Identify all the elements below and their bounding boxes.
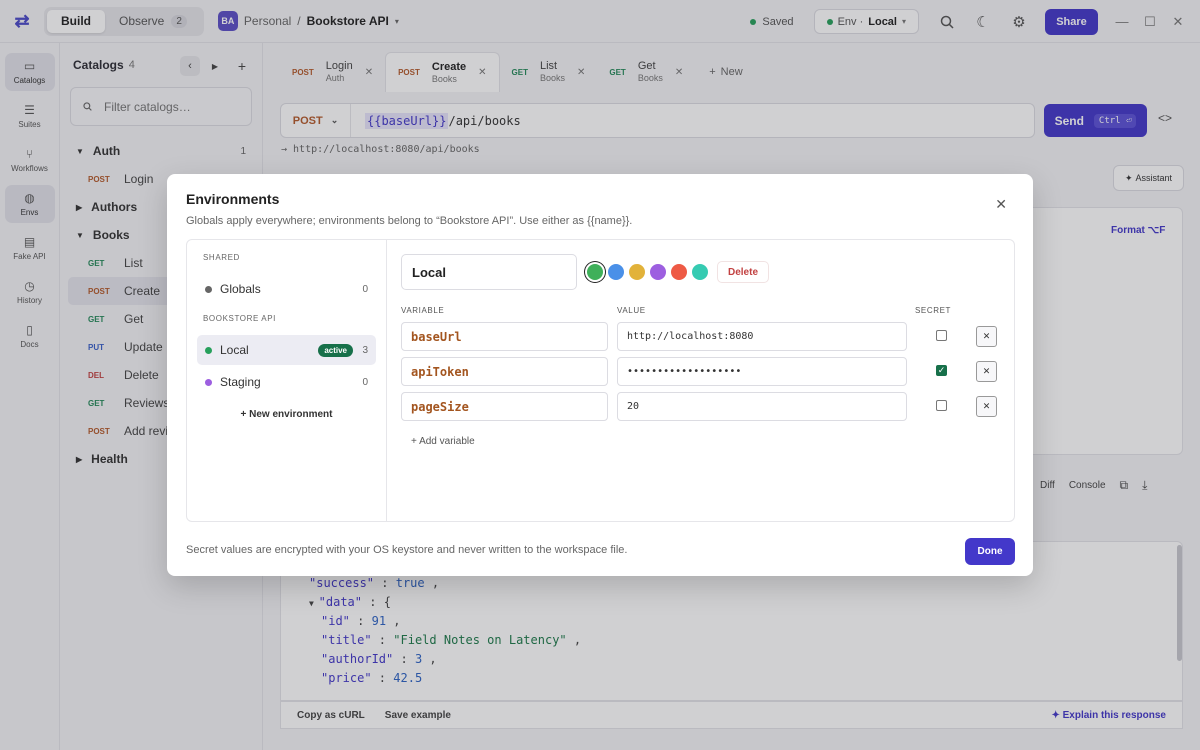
- secret-checkbox[interactable]: ✓: [936, 365, 947, 376]
- secret-checkbox[interactable]: [936, 400, 947, 411]
- modal-title: Environments: [186, 191, 280, 207]
- variable-value-input[interactable]: http://localhost:8080: [617, 322, 907, 351]
- col-secret: SECRET: [915, 306, 952, 315]
- variable-row: pageSize 20 ✕: [401, 392, 1001, 421]
- remove-variable-icon[interactable]: ✕: [976, 326, 997, 347]
- close-icon[interactable]: ✕: [995, 196, 1007, 213]
- modal-subtitle: Globals apply everywhere; environments b…: [186, 215, 633, 227]
- env-var-count: 0: [362, 283, 368, 295]
- color-swatches: [587, 264, 708, 280]
- env-dot-icon: [205, 285, 212, 293]
- env-list: SHARED Globals 0 BOOKSTORE API Local activ…: [187, 240, 387, 521]
- variable-key-input[interactable]: baseUrl: [401, 322, 608, 351]
- env-dot-icon: [205, 346, 212, 354]
- color-swatch-red[interactable]: [671, 264, 687, 280]
- new-environment-button[interactable]: + New environment: [187, 409, 386, 420]
- env-item-local[interactable]: Local active 3: [197, 335, 376, 365]
- variable-value-input[interactable]: 20: [617, 392, 907, 421]
- remove-variable-icon[interactable]: ✕: [976, 361, 997, 382]
- env-var-count: 0: [362, 376, 368, 388]
- environments-modal: Environments Globals apply everywhere; e…: [167, 174, 1033, 576]
- col-variable: VARIABLE: [401, 306, 445, 315]
- remove-variable-icon[interactable]: ✕: [976, 396, 997, 417]
- add-variable-button[interactable]: + Add variable: [411, 436, 475, 447]
- variable-key-input[interactable]: pageSize: [401, 392, 608, 421]
- plus-icon: +: [411, 436, 420, 447]
- col-value: VALUE: [617, 306, 646, 315]
- color-swatch-teal[interactable]: [692, 264, 708, 280]
- env-name-input[interactable]: Local: [401, 254, 577, 290]
- plus-icon: +: [240, 409, 250, 420]
- section-label: BOOKSTORE API: [203, 314, 277, 323]
- variable-row: baseUrl http://localhost:8080 ✕: [401, 322, 1001, 351]
- env-var-count: 3: [362, 344, 368, 356]
- active-badge: active: [318, 343, 353, 357]
- delete-env-button[interactable]: Delete: [717, 261, 770, 283]
- env-editor: Local Delete VARIABLE VALUE SECRET baseU…: [387, 240, 1014, 521]
- color-swatch-yellow[interactable]: [629, 264, 645, 280]
- done-button[interactable]: Done: [965, 538, 1015, 565]
- env-editor-panel: SHARED Globals 0 BOOKSTORE API Local activ…: [186, 239, 1015, 522]
- modal-footer-note: Secret values are encrypted with your OS…: [186, 544, 628, 556]
- env-item-globals[interactable]: Globals 0: [187, 274, 386, 304]
- color-swatch-blue[interactable]: [608, 264, 624, 280]
- color-swatch-purple[interactable]: [650, 264, 666, 280]
- variable-value-input[interactable]: •••••••••••••••••••: [617, 357, 907, 386]
- env-dot-icon: [205, 378, 212, 386]
- section-label: SHARED: [203, 253, 240, 262]
- variable-key-input[interactable]: apiToken: [401, 357, 608, 386]
- variable-row: apiToken ••••••••••••••••••• ✓ ✕: [401, 357, 1001, 386]
- secret-checkbox[interactable]: [936, 330, 947, 341]
- env-item-staging[interactable]: Staging 0: [187, 367, 386, 397]
- color-swatch-green[interactable]: [587, 264, 603, 280]
